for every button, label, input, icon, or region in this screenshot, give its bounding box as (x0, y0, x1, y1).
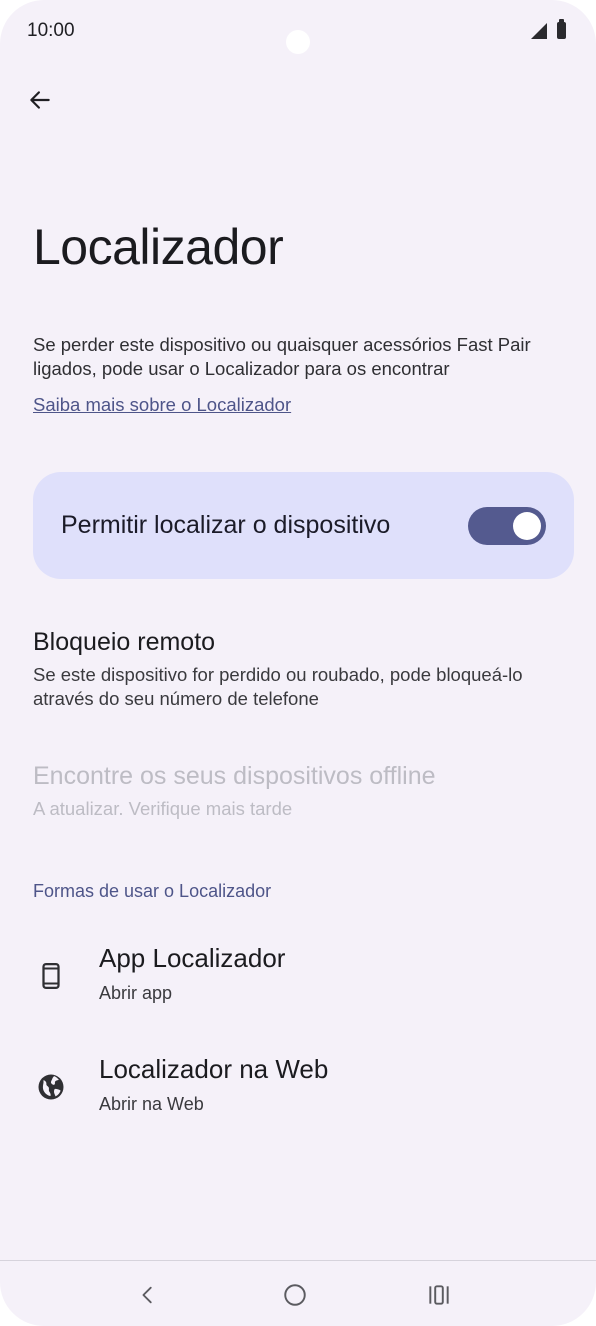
offline-devices-setting: Encontre os seus dispositivos offline A … (33, 762, 573, 821)
nav-recents-button[interactable] (419, 1275, 459, 1315)
screen: 10:00 Localizador Se perder este disposi… (0, 0, 596, 1326)
find-web-item[interactable]: Localizador na Web Abrir na Web (0, 1054, 596, 1144)
battery-icon (557, 19, 566, 39)
allow-find-device-label: Permitir localizar o dispositivo (61, 511, 391, 539)
globe-icon (36, 1072, 66, 1102)
switch-thumb (513, 511, 541, 540)
back-button[interactable] (20, 80, 60, 120)
offline-devices-title: Encontre os seus dispositivos offline (33, 762, 436, 790)
allow-find-device-toggle-row[interactable]: Permitir localizar o dispositivo (33, 472, 574, 579)
status-time: 10:00 (27, 20, 75, 41)
find-app-subtitle: Abrir app (99, 983, 173, 1003)
camera-cutout (286, 30, 310, 54)
find-app-title: App Localizador (99, 943, 286, 973)
remote-lock-subtitle: Se este dispositivo for perdido ou rouba… (33, 664, 523, 709)
signal-icon (531, 22, 547, 39)
nav-back-button[interactable] (128, 1275, 168, 1315)
page-title: Localizador (33, 219, 284, 275)
phone-icon (36, 961, 66, 991)
find-web-subtitle: Abrir na Web (99, 1094, 204, 1114)
nav-back-icon (142, 1286, 152, 1304)
allow-find-device-switch[interactable] (468, 506, 546, 545)
nav-home-button[interactable] (275, 1275, 315, 1315)
page-description: Se perder este dispositivo ou quaisquer … (33, 334, 531, 379)
status-icons (531, 19, 566, 39)
learn-more-link[interactable]: Saiba mais sobre o Localizador (33, 394, 291, 416)
ways-section-header: Formas de usar o Localizador (33, 881, 272, 901)
remote-lock-setting[interactable]: Bloqueio remoto Se este dispositivo for … (33, 628, 573, 711)
system-nav-bar (0, 1261, 596, 1326)
offline-devices-subtitle: A atualizar. Verifique mais tarde (33, 798, 293, 819)
nav-recents-icon (429, 1285, 449, 1305)
remote-lock-title: Bloqueio remoto (33, 628, 216, 656)
nav-home-icon (284, 1284, 306, 1306)
find-app-item[interactable]: App Localizador Abrir app (0, 943, 596, 1033)
find-web-title: Localizador na Web (99, 1054, 329, 1084)
arrow-back-icon (30, 91, 50, 109)
